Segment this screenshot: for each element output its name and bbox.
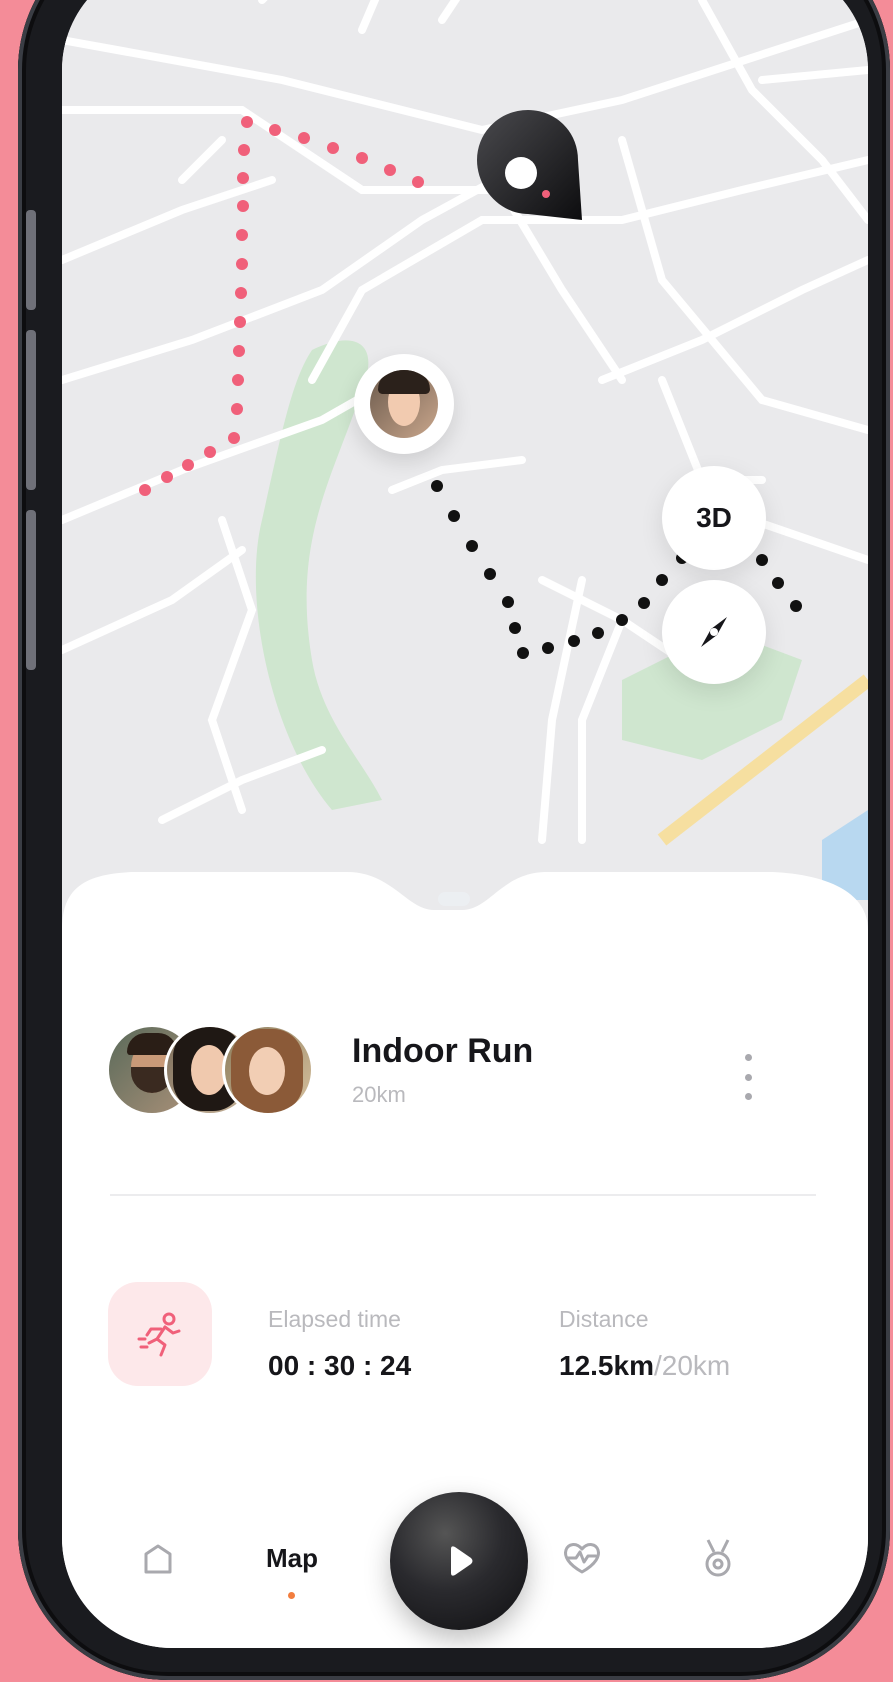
participants-avatars[interactable] [106, 1024, 314, 1116]
heart-pulse-icon [564, 1543, 600, 1574]
activity-sheet: Indoor Run 20km Elapsed time 00 : 30 : 2… [62, 870, 868, 1648]
activity-distance-goal: 20km [352, 1082, 406, 1107]
more-vertical-icon[interactable] [738, 1054, 758, 1100]
play-icon [451, 1546, 473, 1576]
nav-achievements[interactable] [690, 1530, 746, 1586]
active-indicator [288, 1592, 295, 1599]
nav-health[interactable] [554, 1530, 610, 1586]
side-button [26, 330, 36, 490]
nav-map[interactable]: Map [242, 1530, 342, 1586]
runner-avatar [370, 370, 438, 438]
compass-button[interactable] [662, 580, 766, 684]
activity-title: Indoor Run [352, 1032, 534, 1070]
nav-home[interactable] [130, 1530, 186, 1586]
runner-location-marker[interactable] [354, 354, 454, 454]
running-icon [137, 1312, 181, 1357]
view-3d-button[interactable]: 3D [662, 466, 766, 570]
elapsed-time-value: 00 : 30 : 24 [268, 1350, 412, 1381]
distance-label: Distance [559, 1306, 649, 1332]
app-screen: 3D Indoor Run 20km Elapsed time 00: 30 … [62, 0, 868, 1648]
distance-total: /20km [653, 1350, 731, 1381]
distance-value: 12.5km/20km [559, 1350, 730, 1382]
sheet-handle [438, 892, 470, 906]
home-icon [144, 1544, 172, 1574]
side-button [26, 210, 36, 310]
distance-current: 12.5km [559, 1350, 654, 1381]
play-button[interactable] [390, 1492, 528, 1630]
elapsed-time-label: Elapsed time [268, 1306, 401, 1332]
activity-type-badge [108, 1282, 212, 1386]
view-3d-label: 3D [696, 502, 732, 533]
medal-icon [705, 1539, 731, 1577]
compass-icon [701, 617, 727, 647]
divider [110, 1194, 816, 1196]
side-button [26, 510, 36, 670]
participant-avatar [222, 1024, 314, 1116]
nav-map-label: Map [266, 1542, 318, 1573]
